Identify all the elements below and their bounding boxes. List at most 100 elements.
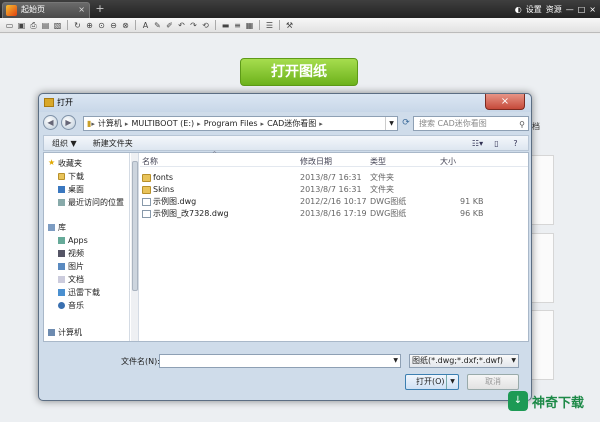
view-options-icon[interactable]: ☷▾	[471, 138, 484, 149]
save-icon[interactable]: ▣	[16, 20, 27, 31]
search-input[interactable]: 搜索 CAD迷你看图 ⚲	[413, 116, 529, 131]
nav-item-apps[interactable]: Apps	[44, 234, 129, 247]
nav-scrollbar[interactable]	[131, 153, 139, 341]
organize-menu[interactable]: 组织 ▼	[44, 138, 85, 149]
file-list: 名称 ^ 修改日期 类型 大小 fonts 2013/8/7 16:31 文件夹…	[140, 151, 528, 341]
file-row[interactable]: fonts 2013/8/7 16:31 文件夹	[140, 172, 528, 184]
search-icon: ⚲	[519, 120, 525, 129]
undo-icon[interactable]: ↶	[176, 20, 187, 31]
nav-item-recent[interactable]: 最近访问的位置	[44, 196, 129, 209]
link-icon[interactable]: ⟲	[200, 20, 211, 31]
file-type-filter[interactable]: 图纸(*.dwg;*.dxf;*.dwf) ▼	[409, 354, 519, 368]
maximize-button[interactable]: □	[578, 5, 586, 14]
nav-item-videos[interactable]: 视频	[44, 247, 129, 260]
title-right-area: ◐ 设置 资源 — □ ×	[515, 2, 596, 16]
chevron-down-icon: ▼	[511, 357, 516, 364]
nav-item-downloads[interactable]: 下载	[44, 170, 129, 183]
layers-icon[interactable]: ☰	[264, 20, 275, 31]
text-icon[interactable]: A	[140, 20, 151, 31]
site-watermark: ↓ 神奇下载	[508, 388, 598, 414]
scrollbar-thumb[interactable]	[132, 161, 138, 291]
nav-item-thunder[interactable]: 迅雷下载	[44, 286, 129, 299]
nav-label: 最近访问的位置	[68, 198, 124, 207]
chevron-right-icon: ▸	[319, 119, 323, 128]
file-name: fonts	[153, 173, 174, 182]
open-button[interactable]: 打开(O) ▼	[405, 374, 459, 390]
nav-item-pictures[interactable]: 图片	[44, 260, 129, 273]
column-size[interactable]: 大小	[440, 156, 456, 167]
pencil-icon[interactable]: ✎	[152, 20, 163, 31]
print-icon[interactable]: ⎙	[28, 20, 39, 31]
open-button-label: 打开(O)	[416, 377, 445, 386]
dialog-close-button[interactable]: ×	[485, 94, 525, 110]
tools-icon[interactable]: ⚒	[284, 20, 295, 31]
chevron-down-icon[interactable]: ▼	[385, 117, 397, 130]
new-tab-button[interactable]: +	[94, 3, 106, 15]
toolbar-separator	[279, 20, 280, 30]
breadcrumb-computer[interactable]: 计算机	[95, 118, 125, 129]
file-type: DWG图纸	[370, 197, 407, 206]
breadcrumb-drive[interactable]: MULTIBOOT (E:)	[128, 119, 197, 128]
file-type: 文件夹	[370, 173, 394, 182]
close-button[interactable]: ×	[589, 5, 596, 14]
zoom-window-icon[interactable]: ⊙	[96, 20, 107, 31]
nav-label: 迅雷下载	[68, 288, 100, 297]
back-button[interactable]: ◀	[43, 115, 58, 130]
filename-input[interactable]: ▼	[159, 354, 401, 368]
command-bar: 组织 ▼ 新建文件夹 ☷▾ ▯ ?	[43, 135, 529, 151]
breadcrumb-cad-folder[interactable]: CAD迷你看图	[264, 118, 319, 129]
refresh-icon[interactable]: ⟳	[400, 116, 412, 131]
zoom-in-icon[interactable]: ⊕	[84, 20, 95, 31]
chevron-down-icon[interactable]: ▼	[393, 355, 398, 367]
export-pdf-icon[interactable]: ▧	[52, 20, 63, 31]
navigation-pane: ★ 收藏夹 下载 桌面 最近访问的位置 库 Apps 视频 图片 文档 迅雷下载 …	[44, 153, 130, 341]
nav-item-documents[interactable]: 文档	[44, 273, 129, 286]
column-type[interactable]: 类型	[370, 156, 386, 167]
print-preview-icon[interactable]: ▤	[40, 20, 51, 31]
help-icon[interactable]: ?	[509, 138, 522, 149]
minimize-button[interactable]: —	[566, 5, 574, 14]
nav-item-desktop[interactable]: 桌面	[44, 183, 129, 196]
tab-close-icon[interactable]: ×	[78, 3, 85, 17]
column-modified[interactable]: 修改日期	[300, 156, 332, 167]
measure-icon[interactable]: ▬	[220, 20, 231, 31]
pan-icon[interactable]: ⊗	[120, 20, 131, 31]
rotate-icon[interactable]: ↻	[72, 20, 83, 31]
nav-label: 图片	[68, 262, 84, 271]
file-row[interactable]: Skins 2013/8/7 16:31 文件夹	[140, 184, 528, 196]
nav-item-music[interactable]: 音乐	[44, 299, 129, 312]
new-folder-button[interactable]: 新建文件夹	[85, 138, 141, 149]
table-icon[interactable]: ▦	[244, 20, 255, 31]
desktop-icon	[58, 186, 65, 193]
chevron-down-icon[interactable]: ▼	[446, 375, 458, 389]
ruler-icon[interactable]: ≡	[232, 20, 243, 31]
music-icon	[58, 302, 65, 309]
download-logo-icon: ↓	[508, 391, 528, 411]
nav-computer[interactable]: 计算机	[44, 326, 129, 339]
nav-favorites[interactable]: ★ 收藏夹	[44, 157, 129, 170]
dialog-title: 打开	[57, 98, 73, 107]
open-file-dialog: 打开 × ◀ ▶ ▮ ▸ 计算机 ▸ MULTIBOOT (E:) ▸ Prog…	[38, 93, 532, 401]
column-name[interactable]: 名称	[142, 156, 158, 167]
preview-pane-icon[interactable]: ▯	[490, 138, 503, 149]
tab-start-page[interactable]: 起始页 ×	[2, 2, 90, 18]
zoom-out-icon[interactable]: ⊖	[108, 20, 119, 31]
file-row[interactable]: 示例图.dwg 2012/2/16 10:17 DWG图纸 91 KB	[140, 196, 528, 208]
file-modified: 2013/8/7 16:31	[300, 173, 362, 182]
folder-icon	[44, 98, 54, 107]
open-drawing-button[interactable]: 打开图纸	[240, 58, 358, 86]
open-folder-icon[interactable]: ▭	[4, 20, 15, 31]
resources-link[interactable]: 资源	[546, 4, 562, 15]
navigation-row: ◀ ▶ ▮ ▸ 计算机 ▸ MULTIBOOT (E:) ▸ Program F…	[43, 115, 529, 133]
nav-libraries[interactable]: 库	[44, 221, 129, 234]
breadcrumb-program-files[interactable]: Program Files	[201, 119, 261, 128]
forward-button[interactable]: ▶	[61, 115, 76, 130]
highlight-icon[interactable]: ✐	[164, 20, 175, 31]
redo-icon[interactable]: ↷	[188, 20, 199, 31]
skin-icon[interactable]: ◐	[515, 5, 522, 14]
settings-link[interactable]: 设置	[526, 4, 542, 15]
nav-label: 计算机	[58, 328, 82, 337]
file-row[interactable]: 示例图_改7328.dwg 2013/8/16 17:19 DWG图纸 96 K…	[140, 208, 528, 220]
toolbar: ▭ ▣ ⎙ ▤ ▧ ↻ ⊕ ⊙ ⊖ ⊗ A ✎ ✐ ↶ ↷ ⟲ ▬ ≡ ▦ ☰ …	[0, 18, 600, 33]
address-bar[interactable]: ▮ ▸ 计算机 ▸ MULTIBOOT (E:) ▸ Program Files…	[83, 116, 398, 131]
